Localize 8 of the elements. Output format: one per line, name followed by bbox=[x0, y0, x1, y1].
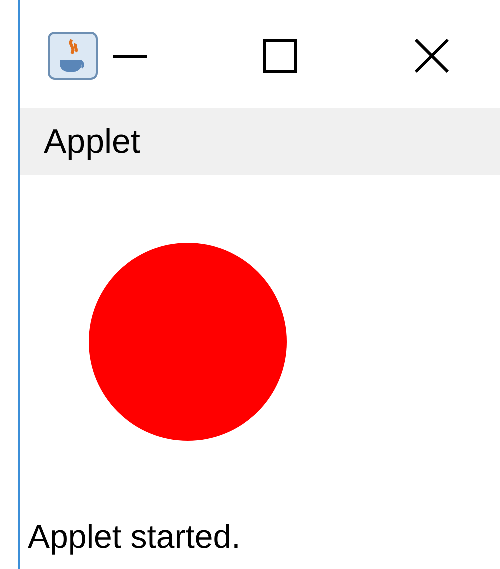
maximize-button[interactable] bbox=[260, 36, 300, 76]
status-text: Applet started. bbox=[28, 520, 241, 552]
close-icon bbox=[415, 39, 449, 73]
minimize-icon bbox=[113, 54, 147, 58]
menu-item[interactable]: Applet bbox=[44, 124, 140, 158]
close-button[interactable] bbox=[412, 36, 452, 76]
maximize-icon bbox=[263, 39, 297, 73]
java-cup-icon bbox=[48, 32, 98, 80]
